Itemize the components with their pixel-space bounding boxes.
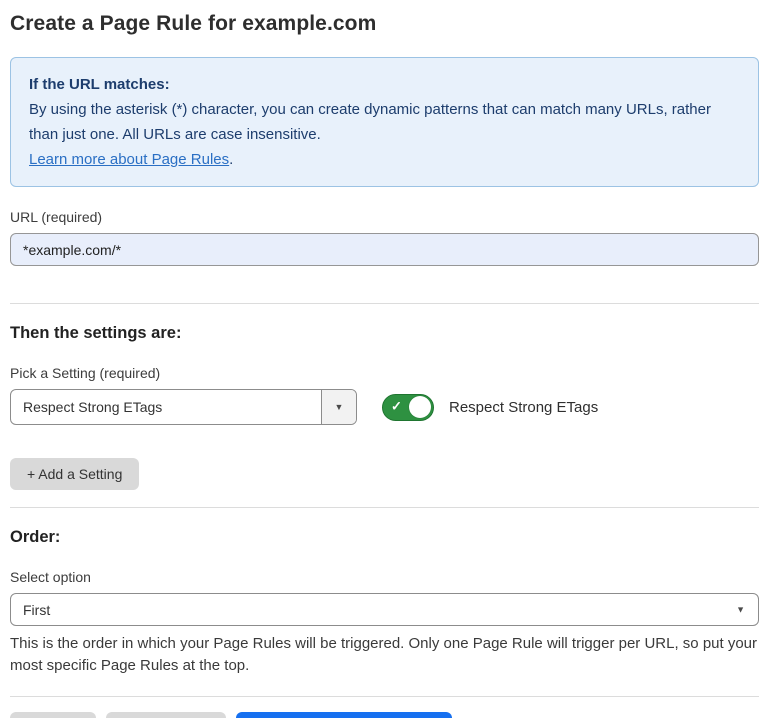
footer-actions: Cancel Save as Draft Save and Deploy Pag…	[10, 712, 759, 718]
learn-more-link[interactable]: Learn more about Page Rules	[29, 151, 229, 168]
setting-row: Respect Strong ETags ▼ ✓ Respect Strong …	[10, 389, 759, 425]
order-section-heading: Order:	[10, 528, 759, 547]
add-setting-button[interactable]: + Add a Setting	[10, 458, 139, 490]
chevron-down-icon: ▼	[335, 403, 344, 412]
info-box-link-line: Learn more about Page Rules.	[29, 147, 740, 172]
order-help-text: This is the order in which your Page Rul…	[10, 633, 759, 677]
url-field-label: URL (required)	[10, 209, 759, 225]
order-select-label: Select option	[10, 569, 759, 585]
cancel-button[interactable]: Cancel	[10, 712, 96, 718]
pick-setting-label: Pick a Setting (required)	[10, 365, 759, 381]
setting-select-value: Respect Strong ETags	[11, 390, 321, 424]
divider	[10, 507, 759, 508]
toggle-label: Respect Strong ETags	[449, 399, 598, 416]
info-box-body-text: By using the asterisk (*) character, you…	[29, 101, 711, 143]
save-draft-button[interactable]: Save as Draft	[106, 712, 227, 718]
order-select[interactable]: First ▼	[10, 593, 759, 626]
info-box-body: By using the asterisk (*) character, you…	[29, 97, 740, 147]
url-input[interactable]	[10, 233, 759, 266]
link-suffix: .	[229, 151, 233, 168]
toggle-knob	[409, 396, 431, 418]
page-rule-form: Create a Page Rule for example.com If th…	[0, 12, 769, 718]
check-icon: ✓	[391, 399, 402, 415]
setting-select-arrow-segment[interactable]: ▼	[321, 390, 356, 424]
save-deploy-button[interactable]: Save and Deploy Page Rule	[236, 712, 452, 718]
url-match-info-box: If the URL matches: By using the asteris…	[10, 57, 759, 187]
divider	[10, 303, 759, 304]
info-box-heading: If the URL matches:	[29, 72, 740, 97]
setting-toggle[interactable]: ✓	[382, 394, 434, 421]
divider	[10, 696, 759, 697]
setting-select[interactable]: Respect Strong ETags ▼	[10, 389, 357, 425]
order-select-value: First	[23, 602, 50, 618]
settings-section-heading: Then the settings are:	[10, 324, 759, 343]
chevron-down-icon: ▼	[736, 605, 745, 614]
page-title: Create a Page Rule for example.com	[10, 12, 759, 36]
